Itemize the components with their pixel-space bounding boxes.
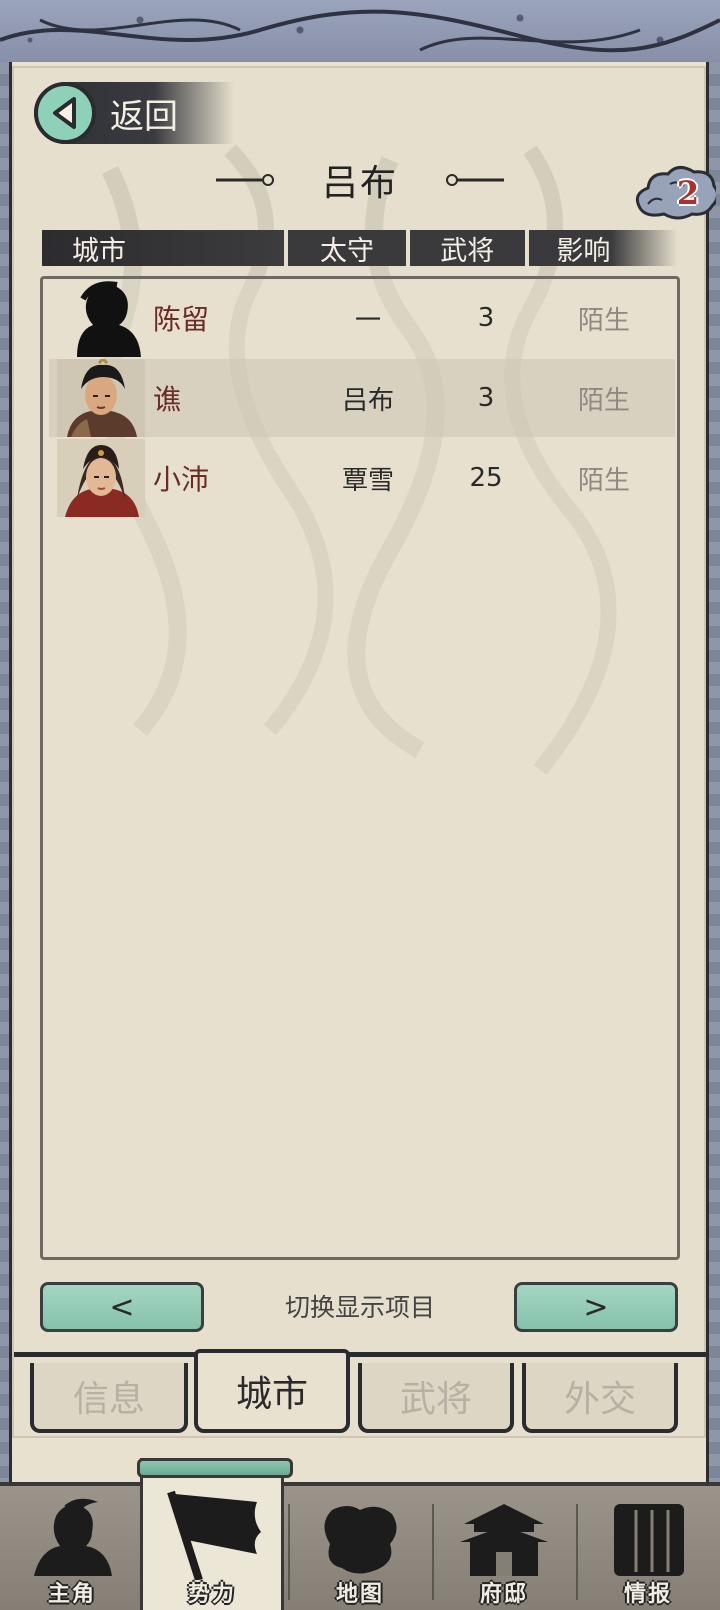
nav-hero-label: 主角 [47,1581,96,1607]
column-header-governor: 太守 [288,230,406,267]
mansion-icon [460,1504,548,1576]
back-button[interactable]: 返回 [34,82,234,144]
tab-diplomacy[interactable]: 外交 [522,1363,678,1433]
top-decorative-band [0,0,720,66]
flag-icon [167,1490,261,1580]
influence-status: 陌生 [577,305,630,336]
column-header-generals: 武将 [409,230,525,267]
nav-intel-label: 情报 [623,1581,672,1607]
back-button-label: 返回 [110,96,178,137]
nav-map-label: 地图 [335,1581,384,1607]
scroll-icon [614,1504,684,1576]
frame-left-border [0,62,12,1482]
woman-portrait-icon [57,439,145,517]
nav-faction[interactable]: 势力 [137,1458,293,1610]
nav-map[interactable]: 地图 [288,1486,432,1610]
switch-display-label: 切换显示项目 [284,1293,435,1322]
table-row[interactable]: 小沛 覃雪 25 陌生 [49,439,675,517]
city-list: 陈留 一 3 陌生 谯 吕布 3 陌生 小沛 覃雪 25 陌生 [40,276,680,1260]
silhouette-portrait-icon [57,279,145,357]
vine-ornament [0,9,720,53]
general-count: 3 [477,383,495,413]
faction-title: 吕布 [200,152,520,208]
city-name: 陈留 [153,303,210,336]
table-row[interactable]: 陈留 一 3 陌生 [49,279,675,357]
column-header-city: 城市 [42,230,285,267]
governor-name: 一 [354,305,381,336]
nav-hero[interactable]: 主角 [0,1486,144,1610]
column-header-influence: 影响 [528,230,679,267]
city-name: 谯 [153,383,182,416]
faction-name: 吕布 [321,163,398,204]
next-columns-button[interactable]: > [514,1282,678,1332]
table-row[interactable]: 谯 吕布 3 陌生 [49,359,675,437]
governor-name: 吕布 [341,385,394,416]
tab-cities[interactable]: 城市 [194,1349,350,1433]
city-name: 小沛 [153,463,210,496]
nav-faction-label: 势力 [187,1581,236,1607]
badge-count: 2 [676,174,700,212]
general-count: 3 [477,303,495,333]
table-header: 城市 太守 武将 影响 [42,230,679,267]
governor-name: 覃雪 [341,465,394,496]
tab-info[interactable]: 信息 [30,1363,188,1433]
bottom-navigation: 主角 势力 地图 府邸 情报 [0,1458,720,1610]
tab-generals[interactable]: 武将 [358,1363,514,1433]
nav-mansion[interactable]: 府邸 [432,1486,576,1610]
back-arrow-icon [34,82,96,144]
nav-mansion-label: 府邸 [479,1581,528,1607]
warrior-portrait-icon [57,359,145,437]
influence-status: 陌生 [577,465,630,496]
nav-intel[interactable]: 情报 [576,1486,720,1610]
previous-columns-button[interactable]: < [40,1282,204,1332]
left-ornament-icon [215,174,274,186]
map-icon [324,1506,397,1574]
general-count: 25 [469,463,503,493]
hero-icon [34,1498,112,1576]
faction-subtabs: 信息 城市 武将 外交 [14,1349,706,1433]
frame-right-border [706,62,720,1482]
notification-badge[interactable]: 2 [630,164,719,228]
right-ornament-icon [446,174,504,186]
influence-status: 陌生 [577,385,630,416]
